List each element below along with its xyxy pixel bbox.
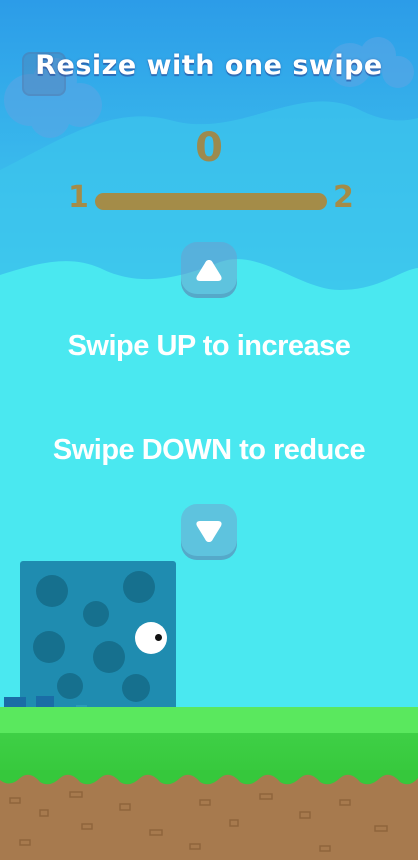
instruction-swipe-up: Swipe UP to increase bbox=[67, 330, 351, 362]
player-pupil bbox=[155, 634, 162, 641]
arrow-up-icon bbox=[196, 260, 222, 281]
score-counter: 0 bbox=[195, 125, 223, 171]
swipe-down-button[interactable] bbox=[181, 504, 237, 560]
ground-grass-top bbox=[0, 707, 418, 733]
level-progress-bar bbox=[95, 193, 327, 210]
instruction-swipe-down: Swipe DOWN to reduce bbox=[52, 434, 366, 466]
ground-texture bbox=[0, 770, 418, 852]
arrow-down-icon bbox=[196, 521, 222, 542]
next-level-label: 2 bbox=[333, 180, 354, 215]
game-title: Resize with one swipe bbox=[35, 50, 383, 81]
current-level-label: 1 bbox=[68, 180, 89, 215]
swipe-up-button[interactable] bbox=[181, 242, 237, 298]
player-eye bbox=[135, 622, 167, 654]
